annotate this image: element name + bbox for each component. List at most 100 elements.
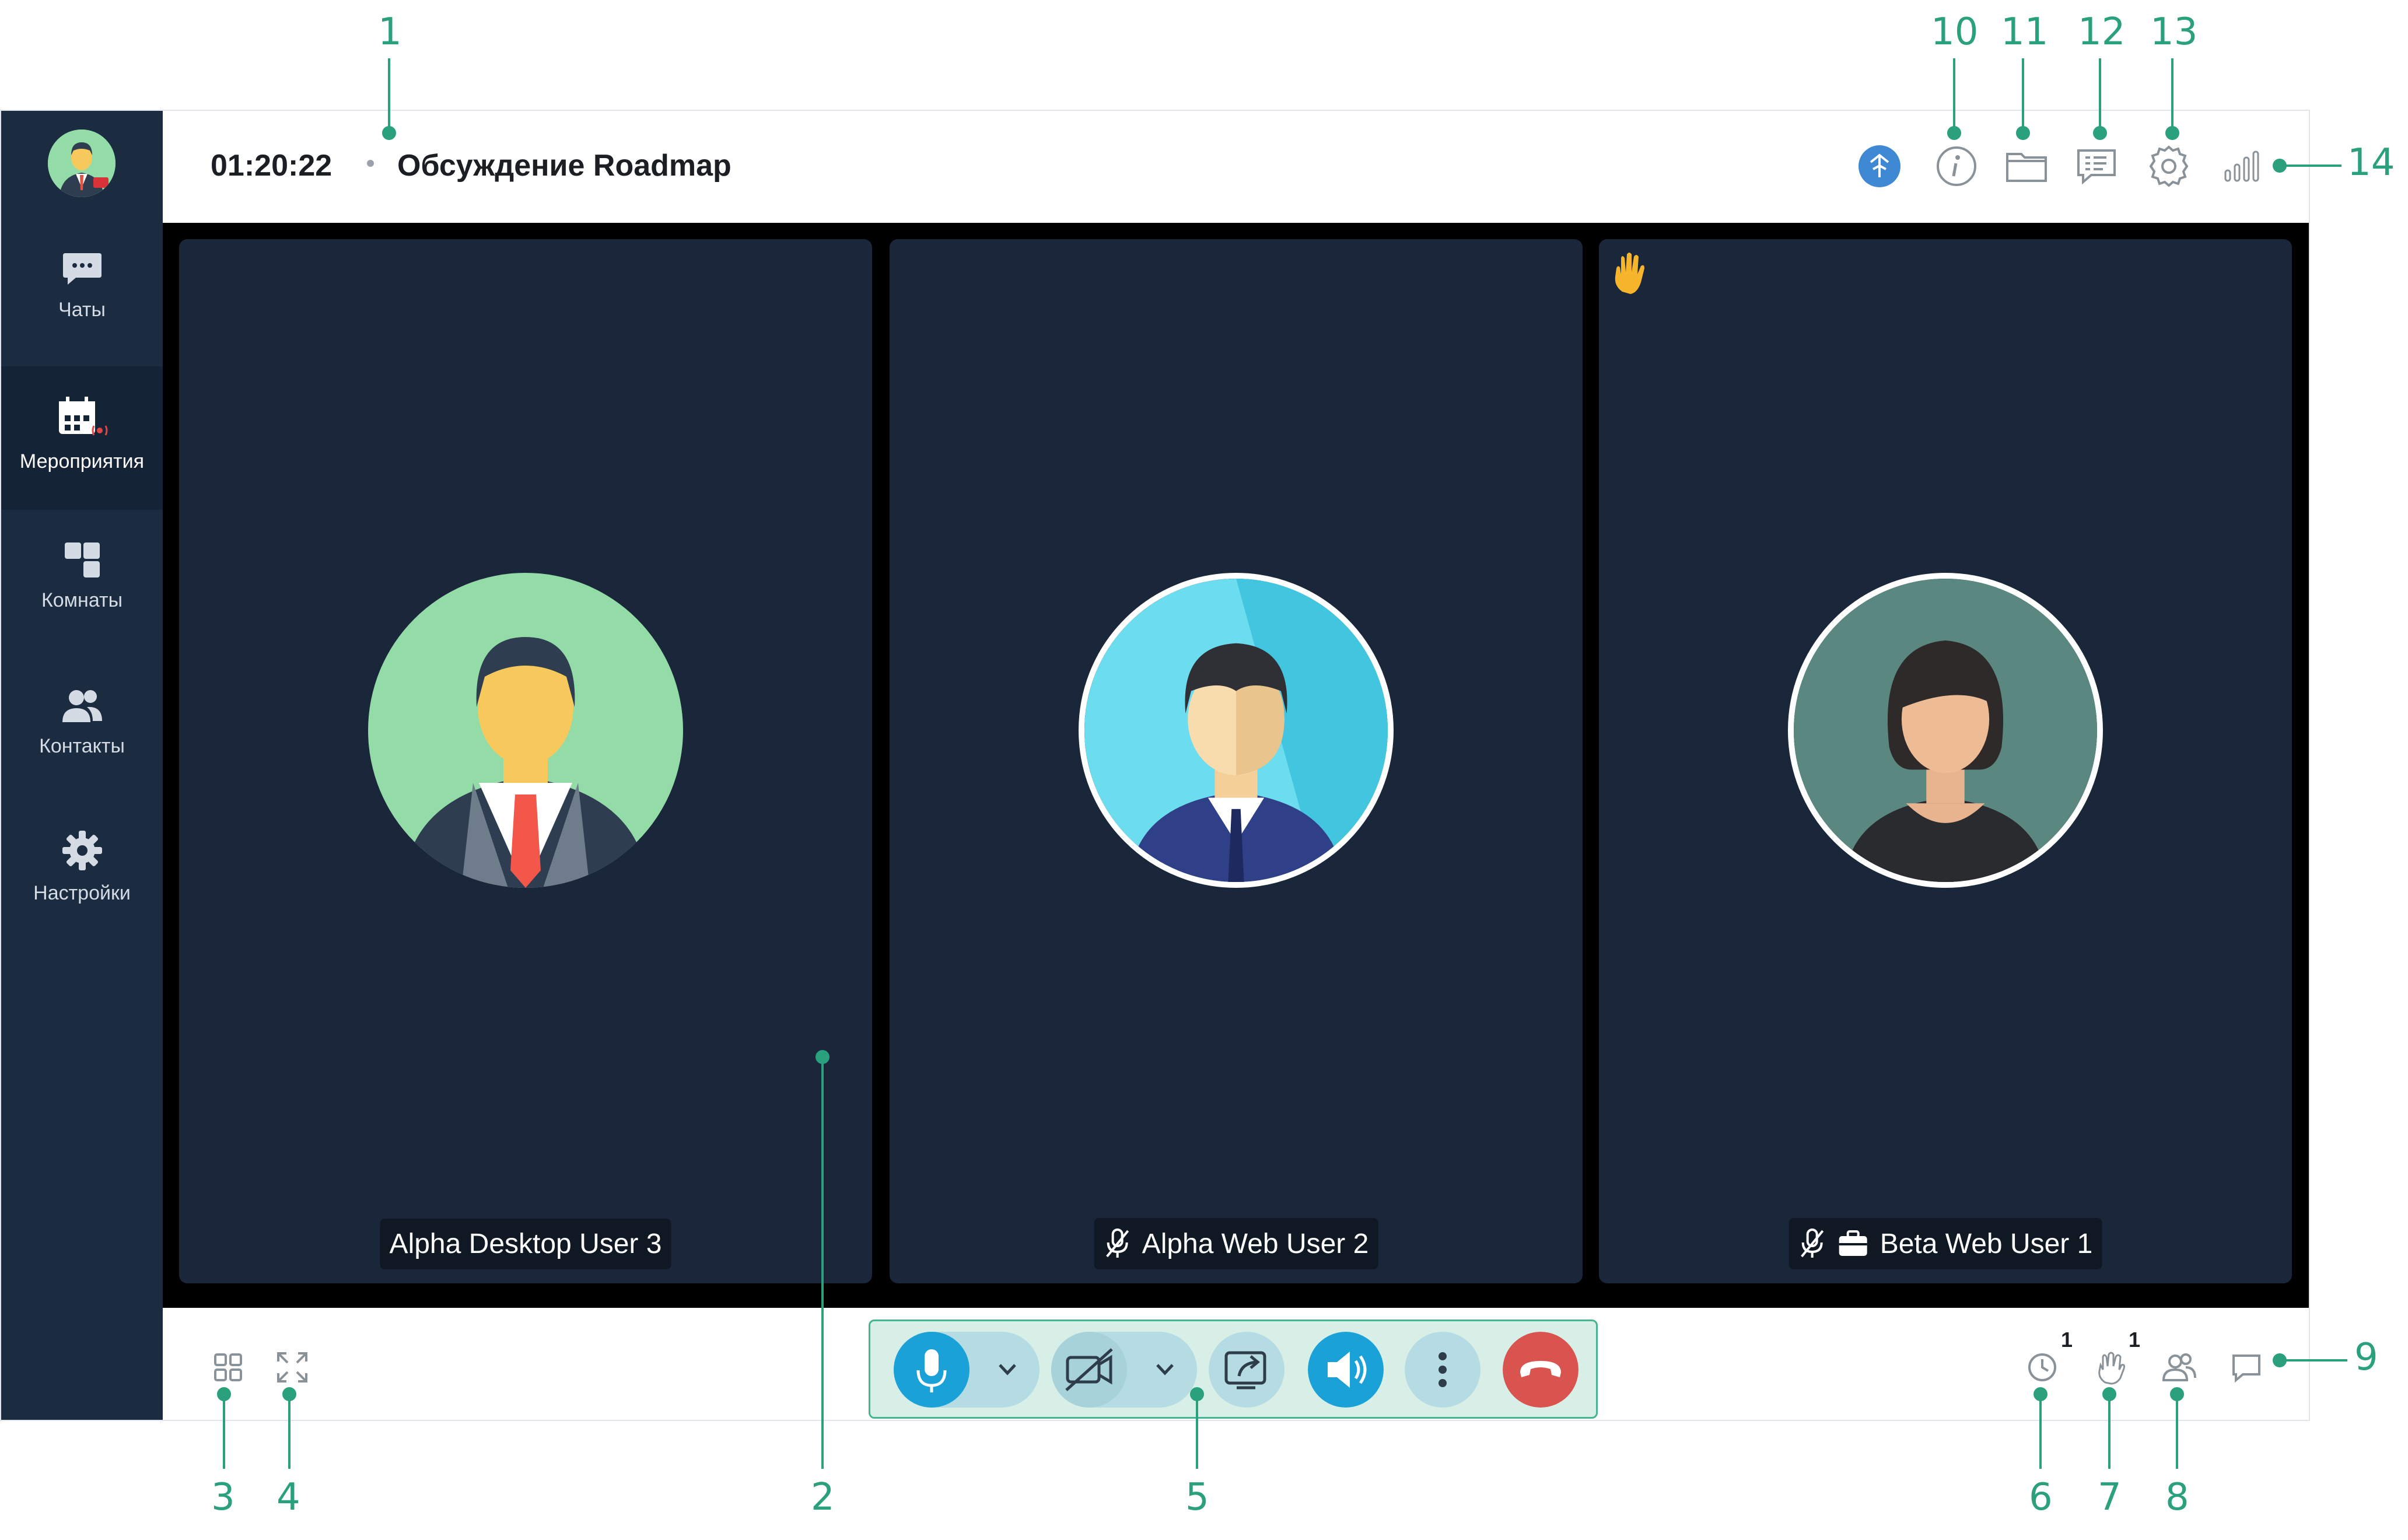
gear-icon bbox=[62, 831, 102, 870]
contacts-icon bbox=[62, 690, 102, 722]
callout-number: 11 bbox=[2001, 10, 2049, 54]
participant-tile[interactable]: Alpha Web User 2 bbox=[890, 239, 1583, 1283]
participant-tile[interactable]: Alpha Desktop User 3 bbox=[179, 239, 872, 1283]
chevron-down-icon[interactable] bbox=[1150, 1358, 1180, 1381]
rooms-icon bbox=[64, 542, 100, 578]
callout-dot bbox=[2102, 1387, 2116, 1401]
callout-dot bbox=[2093, 126, 2107, 140]
callout-dot bbox=[1190, 1387, 1204, 1401]
more-options-button[interactable] bbox=[1405, 1332, 1480, 1408]
callout-line bbox=[288, 1394, 290, 1469]
queue-clock-icon[interactable] bbox=[2024, 1349, 2061, 1386]
chevron-down-icon[interactable] bbox=[993, 1358, 1022, 1381]
chat-bubble-icon[interactable] bbox=[2228, 1349, 2265, 1386]
callout-number: 13 bbox=[2150, 10, 2198, 54]
callout-dot bbox=[816, 1050, 830, 1064]
callout-number: 2 bbox=[811, 1476, 835, 1519]
layout-grid-icon[interactable] bbox=[209, 1349, 247, 1386]
bottom-toolbar: 1 1 bbox=[163, 1308, 2309, 1420]
callout-dot bbox=[217, 1387, 231, 1401]
callout-line bbox=[2022, 58, 2024, 132]
conference-window: Чаты Мероприятия Комнаты Контакты Настро… bbox=[0, 110, 2310, 1421]
network-status-icon[interactable] bbox=[1853, 140, 1906, 192]
callout-number: 7 bbox=[2098, 1476, 2122, 1519]
participant-tile[interactable]: Beta Web User 1 bbox=[1599, 239, 2292, 1283]
fullscreen-icon[interactable] bbox=[274, 1349, 311, 1386]
callout-number: 4 bbox=[276, 1476, 300, 1519]
callout-line bbox=[2099, 58, 2101, 132]
files-folder-icon[interactable] bbox=[2000, 140, 2053, 192]
info-icon[interactable] bbox=[1930, 140, 1983, 192]
callout-line bbox=[2108, 1394, 2110, 1469]
sidebar: Чаты Мероприятия Комнаты Контакты Настро… bbox=[1, 111, 163, 1420]
callout-number: 14 bbox=[2347, 141, 2395, 184]
callout-line bbox=[2280, 164, 2342, 167]
calendar-icon bbox=[58, 397, 107, 436]
call-controls bbox=[869, 1320, 1598, 1419]
raised-hands-count: 1 bbox=[2129, 1328, 2141, 1352]
user-avatar[interactable] bbox=[48, 130, 116, 197]
mic-muted-icon bbox=[1801, 1228, 1824, 1258]
callout-number: 3 bbox=[211, 1476, 235, 1519]
video-grid: Alpha Desktop User 3 Alpha Web User 2 Be… bbox=[163, 223, 2309, 1308]
polls-icon[interactable] bbox=[2070, 140, 2123, 192]
callout-number: 1 bbox=[378, 10, 402, 54]
callout-dot bbox=[282, 1387, 296, 1401]
callout-line bbox=[1953, 58, 1955, 132]
queue-count: 1 bbox=[2061, 1328, 2073, 1352]
sidebar-item-events[interactable]: Мероприятия bbox=[1, 366, 163, 510]
callout-number: 10 bbox=[1931, 10, 1979, 54]
callout-number: 8 bbox=[2165, 1476, 2189, 1519]
callout-line bbox=[2039, 1394, 2042, 1469]
callout-line bbox=[2280, 1359, 2347, 1362]
callout-dot bbox=[2165, 126, 2179, 140]
sidebar-item-label: Настройки bbox=[33, 882, 131, 904]
signal-strength-icon[interactable] bbox=[2216, 140, 2269, 192]
sidebar-item-label: Комнаты bbox=[41, 589, 123, 611]
separator-dot bbox=[367, 160, 374, 167]
participant-avatar bbox=[368, 573, 683, 888]
participant-name: Alpha Desktop User 3 bbox=[389, 1228, 662, 1259]
participant-name: Alpha Web User 2 bbox=[1142, 1228, 1369, 1259]
sidebar-item-label: Мероприятия bbox=[19, 450, 145, 473]
callout-dot bbox=[2016, 126, 2030, 140]
camera-off-button[interactable] bbox=[1051, 1332, 1127, 1408]
raise-hand-icon[interactable] bbox=[2092, 1349, 2130, 1386]
settings-gear-icon[interactable] bbox=[2143, 140, 2195, 192]
callout-line bbox=[1196, 1394, 1198, 1469]
speaker-button[interactable] bbox=[1308, 1332, 1384, 1408]
mic-muted-icon bbox=[1106, 1228, 1129, 1258]
meeting-header: 01:20:22 Обсуждение Roadmap bbox=[163, 111, 2309, 223]
callout-line bbox=[2171, 58, 2174, 132]
callout-number: 12 bbox=[2078, 10, 2126, 54]
sidebar-item-rooms[interactable]: Комнаты bbox=[1, 512, 163, 656]
callout-dot bbox=[1947, 126, 1961, 140]
screen-share-button[interactable] bbox=[1209, 1332, 1284, 1408]
sidebar-item-label: Чаты bbox=[58, 299, 106, 321]
callout-dot bbox=[2034, 1387, 2048, 1401]
microphone-button[interactable] bbox=[894, 1332, 970, 1408]
participant-avatar bbox=[1079, 573, 1394, 888]
meeting-title: Обсуждение Roadmap bbox=[397, 149, 732, 183]
callout-line bbox=[2176, 1394, 2178, 1469]
hang-up-button[interactable] bbox=[1503, 1332, 1578, 1408]
callout-number: 6 bbox=[2029, 1476, 2053, 1519]
callout-dot bbox=[2273, 159, 2287, 173]
participant-name-label: Alpha Web User 2 bbox=[1094, 1218, 1378, 1269]
sidebar-item-settings[interactable]: Настройки bbox=[1, 804, 163, 947]
callout-line bbox=[388, 58, 390, 132]
callout-line bbox=[223, 1394, 225, 1469]
camera-control bbox=[1051, 1332, 1197, 1408]
participants-icon[interactable] bbox=[2160, 1349, 2197, 1386]
callout-dot bbox=[382, 126, 396, 140]
participant-name-label: Beta Web User 1 bbox=[1788, 1218, 2102, 1269]
microphone-control bbox=[894, 1332, 1040, 1408]
sidebar-item-label: Контакты bbox=[39, 735, 125, 757]
raised-hand-icon bbox=[1615, 253, 1644, 294]
callout-line bbox=[821, 1057, 824, 1469]
participant-name-label: Alpha Desktop User 3 bbox=[380, 1219, 671, 1269]
sidebar-item-contacts[interactable]: Контакты bbox=[1, 658, 163, 802]
participant-name: Beta Web User 1 bbox=[1880, 1228, 2093, 1259]
callout-dot bbox=[2170, 1387, 2184, 1401]
participant-avatar bbox=[1788, 573, 2103, 888]
